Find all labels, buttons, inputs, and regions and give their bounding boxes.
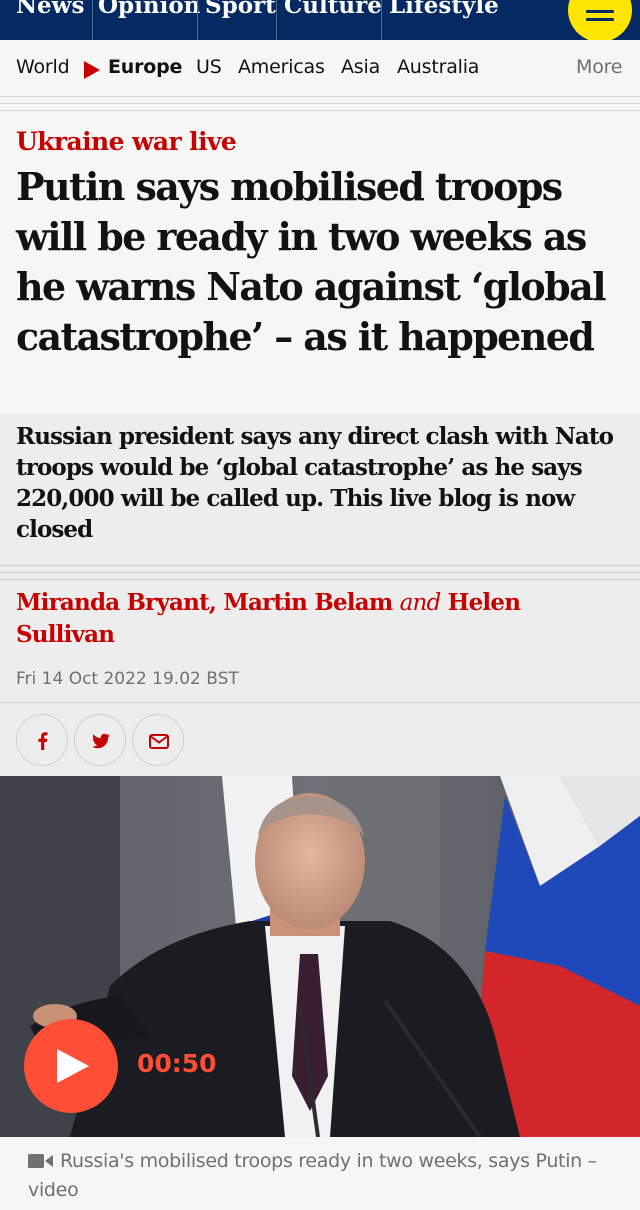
caption-text: Russia's mobilised troops ready in two w…	[28, 1150, 597, 1201]
share-facebook-button[interactable]	[16, 714, 68, 766]
share-twitter-button[interactable]	[74, 714, 126, 766]
pillar-sport[interactable]: Sport	[205, 0, 276, 19]
pillar-divider	[92, 0, 93, 40]
byline-conjunction: and	[399, 590, 442, 616]
play-button[interactable]	[24, 1019, 118, 1113]
divider	[0, 103, 640, 104]
byline: Miranda Bryant, Martin Belam and Helen S…	[16, 587, 616, 651]
author-link[interactable]: Martin Belam	[223, 589, 393, 616]
twitter-icon	[92, 733, 110, 749]
pillar-news[interactable]: News	[16, 0, 84, 19]
top-navigation: News Opinion Sport Culture Lifestyle	[0, 0, 640, 40]
divider	[0, 96, 640, 97]
active-section-arrow-icon	[84, 61, 100, 79]
series-kicker-link[interactable]: Ukraine war live	[16, 127, 237, 156]
divider	[0, 579, 640, 580]
section-link-americas[interactable]: Americas	[238, 56, 325, 78]
section-navigation: World Europe US Americas Asia Australia …	[0, 40, 640, 96]
share-email-button[interactable]	[132, 714, 184, 766]
divider	[0, 110, 640, 111]
section-link-asia[interactable]: Asia	[341, 56, 380, 78]
pillar-divider	[197, 0, 198, 40]
pillar-lifestyle[interactable]: Lifestyle	[389, 0, 499, 19]
section-link-australia[interactable]: Australia	[397, 56, 479, 78]
video-duration: 00:50	[137, 1049, 217, 1078]
divider	[0, 702, 640, 703]
section-link-us[interactable]: US	[196, 56, 222, 78]
pillar-culture[interactable]: Culture	[284, 0, 382, 19]
video-camera-icon	[28, 1154, 53, 1168]
divider	[0, 572, 640, 573]
pillar-opinion[interactable]: Opinion	[98, 0, 200, 19]
play-icon	[57, 1049, 89, 1083]
divider	[0, 565, 640, 566]
section-link-world[interactable]: World	[16, 56, 70, 78]
section-link-europe[interactable]: Europe	[108, 56, 182, 78]
publication-date: Fri 14 Oct 2022 19.02 BST	[16, 669, 239, 689]
email-icon	[149, 734, 169, 749]
more-sections-link[interactable]: More	[576, 56, 623, 78]
media-caption: Russia's mobilised troops ready in two w…	[28, 1147, 624, 1205]
facebook-icon	[38, 732, 48, 750]
article-headline: Putin says mobilised troops will be read…	[16, 164, 607, 359]
pillar-divider	[381, 0, 382, 40]
article-standfirst: Russian president says any direct clash …	[16, 423, 614, 543]
pillar-divider	[276, 0, 277, 40]
author-link[interactable]: Miranda Bryant,	[16, 589, 217, 616]
